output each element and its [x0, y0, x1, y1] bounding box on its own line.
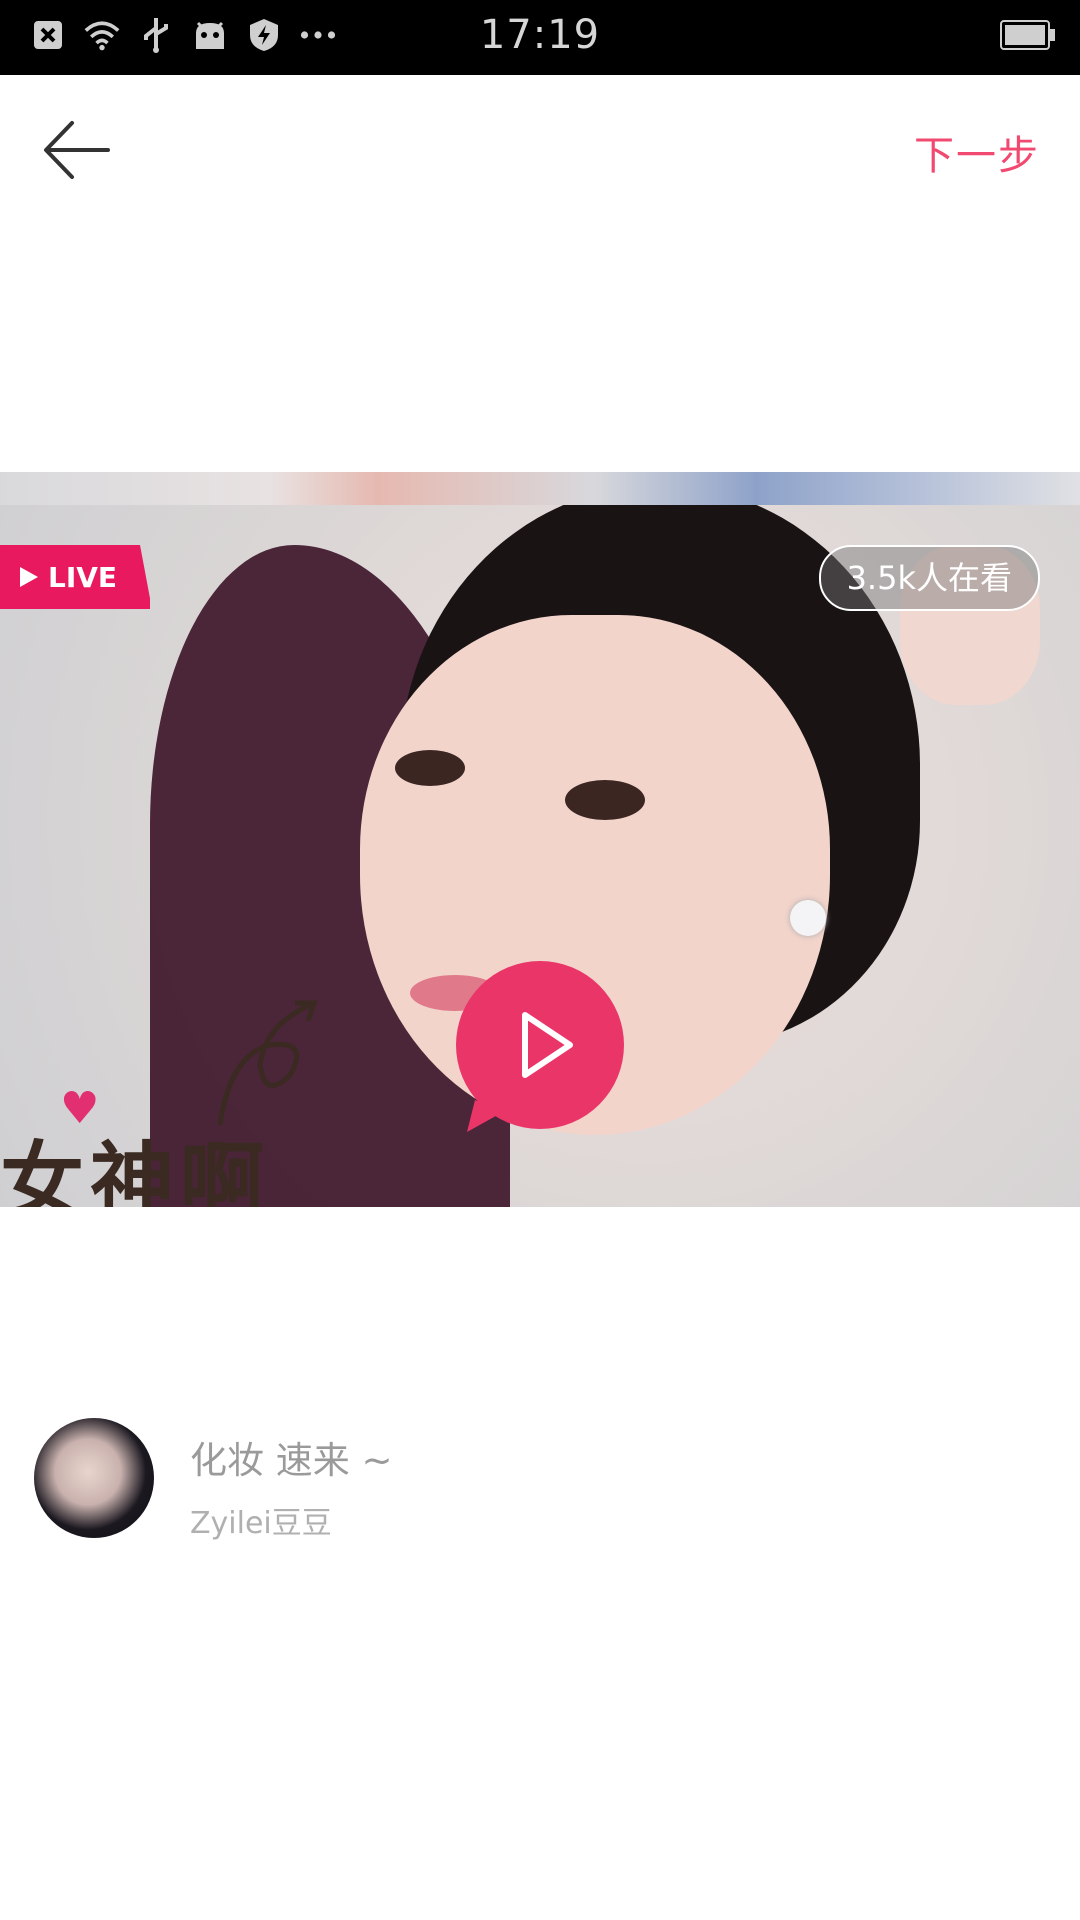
status-bar: 17:19	[0, 0, 1080, 75]
avatar[interactable]	[34, 1418, 154, 1538]
photo-eye-left	[395, 750, 465, 786]
decorative-arrow-icon	[217, 1000, 318, 1126]
stream-title: 化妆 速来 ~	[190, 1439, 393, 1482]
photo-eye-right	[565, 780, 645, 820]
live-cover-image[interactable]: ♥ 女神啊 LIVE 3.5k人在看	[0, 505, 1080, 1207]
viewer-count-badge: 3.5k人在看	[818, 545, 1040, 611]
play-icon	[456, 961, 624, 1132]
top-bar: 下一步	[0, 75, 1080, 225]
author-name: Zyilei豆豆	[190, 1506, 332, 1541]
live-badge: LIVE	[0, 545, 150, 609]
play-button[interactable]	[455, 960, 625, 1135]
photo-earring	[790, 900, 826, 936]
author-row[interactable]: 化妆 速来 ~ Zyilei豆豆	[34, 1418, 1044, 1541]
image-strip	[0, 472, 1080, 505]
status-time: 17:19	[479, 12, 601, 58]
arrow-left-icon	[44, 121, 110, 179]
live-label: LIVE	[48, 560, 118, 594]
play-small-icon	[20, 567, 38, 587]
battery-icon	[1000, 20, 1056, 50]
back-button[interactable]	[40, 115, 120, 185]
next-step-button[interactable]: 下一步	[914, 123, 1040, 181]
cover-overlay-text: 女神啊	[0, 1133, 271, 1207]
